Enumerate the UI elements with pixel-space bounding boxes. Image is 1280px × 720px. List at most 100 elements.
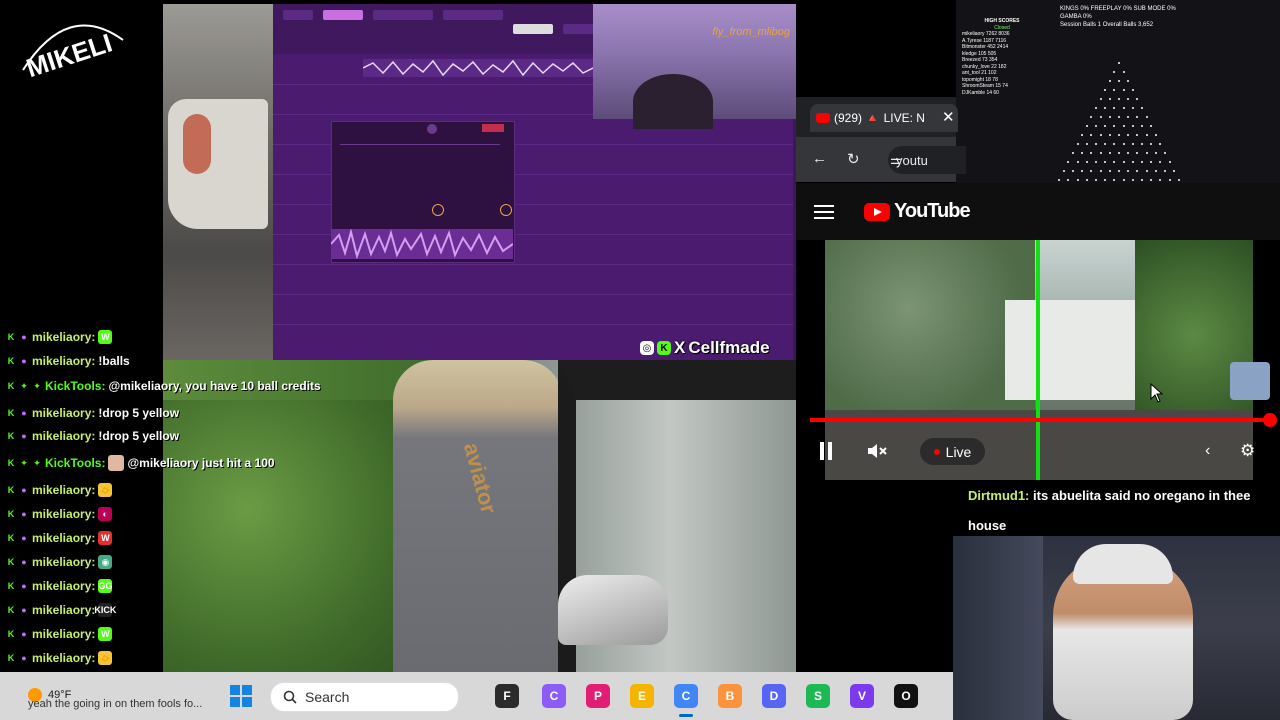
paint-taskbar-icon[interactable]: P bbox=[586, 684, 610, 708]
menu-icon[interactable] bbox=[814, 205, 834, 219]
plinko-peg bbox=[1113, 161, 1116, 163]
chat-emote-icon: W bbox=[98, 330, 113, 344]
youtube-logo[interactable]: YouTube bbox=[864, 200, 971, 223]
vs-taskbar-icon[interactable]: V bbox=[850, 684, 874, 708]
chat-username[interactable]: mikeliaory: bbox=[32, 651, 95, 665]
plinko-peg bbox=[1127, 134, 1130, 136]
kick-icon: K bbox=[657, 341, 671, 355]
chat-username[interactable]: mikeliaory: bbox=[32, 483, 95, 497]
mic-badge-icon: ● bbox=[21, 533, 27, 543]
chat-username[interactable]: mikeliaory: bbox=[32, 429, 95, 443]
close-tab-icon[interactable]: ✕ bbox=[942, 108, 955, 126]
plinko-session: Session Balls 1 Overall Balls 3,652 bbox=[1060, 22, 1154, 28]
chat-username[interactable]: mikeliaory: bbox=[32, 555, 95, 569]
mic-badge-icon: ● bbox=[21, 629, 27, 639]
chat-username[interactable]: mikeliaory: bbox=[32, 603, 95, 617]
windows-start-icon[interactable] bbox=[230, 685, 252, 707]
chat-username[interactable]: mikeliaory: bbox=[32, 531, 95, 545]
browser-tab[interactable]: (929) 🔺 LIVE: N bbox=[810, 104, 958, 132]
plinko-peg bbox=[1131, 89, 1134, 91]
plinko-peg bbox=[1118, 170, 1120, 172]
copilot-taskbar-icon[interactable]: C bbox=[542, 684, 566, 708]
progress-scrubber[interactable] bbox=[1263, 413, 1277, 427]
plinko-peg bbox=[1095, 125, 1097, 127]
back-icon[interactable]: ← bbox=[812, 150, 827, 167]
knob[interactable] bbox=[500, 204, 512, 216]
verified-badge-icon: ✦ bbox=[33, 380, 41, 391]
plinko-peg bbox=[1136, 98, 1139, 100]
chat-message: K ● mikeliaory: W bbox=[6, 624, 113, 644]
close-plugin-button[interactable] bbox=[482, 124, 504, 132]
brave-taskbar-icon[interactable]: B bbox=[718, 684, 742, 708]
plinko-peg bbox=[1113, 71, 1116, 73]
chat-username[interactable]: mikeliaory: bbox=[32, 579, 95, 593]
featured-comment: Dirtmud1: its abuelita said no oregano i… bbox=[968, 481, 1268, 541]
youtube-logo-text: YouTube bbox=[894, 200, 971, 222]
plinko-peg bbox=[1076, 143, 1079, 145]
kick-badge-icon: K bbox=[7, 485, 15, 495]
plinko-peg bbox=[1099, 134, 1102, 136]
knob[interactable] bbox=[432, 204, 444, 216]
spotify-taskbar-icon[interactable]: S bbox=[806, 684, 830, 708]
chat-username[interactable]: mikeliaory: bbox=[32, 507, 95, 521]
chevron-left-icon[interactable]: ‹ bbox=[1205, 442, 1210, 460]
producer-webcam: fly_from_mlibog bbox=[593, 4, 796, 129]
site-info-icon[interactable]: ⚌ bbox=[890, 152, 902, 168]
taskbar-search[interactable]: Search bbox=[270, 682, 459, 712]
chat-username[interactable]: mikeliaory: bbox=[32, 406, 95, 420]
discord-taskbar-icon[interactable]: D bbox=[762, 684, 786, 708]
plinko-peg bbox=[1095, 143, 1097, 145]
plinko-peg bbox=[1122, 71, 1125, 73]
daw-pattern[interactable] bbox=[323, 10, 363, 20]
plinko-peg bbox=[1099, 170, 1102, 172]
x-icon: X bbox=[674, 338, 686, 357]
mic-badge-icon: ● bbox=[21, 581, 27, 591]
plinko-peg bbox=[1113, 179, 1116, 181]
chat-text: @mikeliaory just hit a 100 bbox=[127, 456, 275, 470]
explorer-taskbar-icon[interactable]: E bbox=[630, 684, 654, 708]
gear-icon[interactable]: ⚙ bbox=[1240, 441, 1255, 461]
chat-username[interactable]: KickTools: bbox=[45, 379, 105, 393]
plinko-peg bbox=[1127, 98, 1130, 100]
mute-icon[interactable] bbox=[866, 441, 888, 461]
plinko-peg bbox=[1081, 170, 1084, 172]
pause-icon[interactable] bbox=[820, 442, 836, 460]
daw-tempo[interactable] bbox=[513, 24, 553, 34]
files-taskbar-icon[interactable]: F bbox=[495, 684, 519, 708]
daw-transport[interactable] bbox=[373, 10, 433, 20]
kick-badge-icon: K bbox=[7, 408, 15, 418]
plinko-peg bbox=[1085, 179, 1088, 181]
plinko-peg bbox=[1154, 134, 1157, 136]
chat-message: K ● mikeliaory: ◐ bbox=[6, 504, 113, 524]
chat-username[interactable]: KickTools: bbox=[45, 456, 105, 470]
mic-badge-icon: ● bbox=[21, 485, 27, 495]
daw-tools[interactable] bbox=[443, 10, 503, 20]
progress-bar[interactable] bbox=[810, 418, 1272, 422]
plinko-peg bbox=[1136, 152, 1139, 154]
obs-taskbar-icon[interactable]: O bbox=[894, 684, 918, 708]
plinko-peg bbox=[1136, 116, 1139, 118]
plinko-peg bbox=[1131, 107, 1134, 109]
chat-username[interactable]: mikeliaory: bbox=[32, 627, 95, 641]
plinko-peg bbox=[1122, 143, 1125, 145]
plinko-peg bbox=[1118, 134, 1120, 136]
waveform-clip[interactable] bbox=[363, 59, 593, 77]
plinko-peg bbox=[1131, 179, 1134, 181]
waveform-clip[interactable] bbox=[331, 229, 513, 259]
reload-icon[interactable]: ↻ bbox=[847, 150, 860, 168]
chat-message: K ● mikeliaory: GG bbox=[6, 576, 112, 596]
daw-menu[interactable] bbox=[283, 10, 313, 20]
chrome-taskbar-icon[interactable]: C bbox=[674, 684, 698, 708]
logo-graphic: MIKELI bbox=[22, 24, 124, 83]
plinko-peg bbox=[1118, 80, 1120, 82]
knob[interactable] bbox=[427, 124, 437, 134]
chat-emote-icon: KICK bbox=[94, 603, 117, 617]
plinko-peg bbox=[1141, 125, 1143, 127]
comment-author: Dirtmud1: bbox=[968, 488, 1030, 503]
active-indicator bbox=[679, 714, 693, 717]
chat-username[interactable]: mikeliaory: bbox=[32, 330, 95, 344]
plinko-peg bbox=[1113, 143, 1116, 145]
chat-username[interactable]: mikeliaory: bbox=[32, 354, 95, 368]
kick-badge-icon: K bbox=[7, 458, 15, 468]
live-badge[interactable]: Live bbox=[920, 438, 985, 465]
